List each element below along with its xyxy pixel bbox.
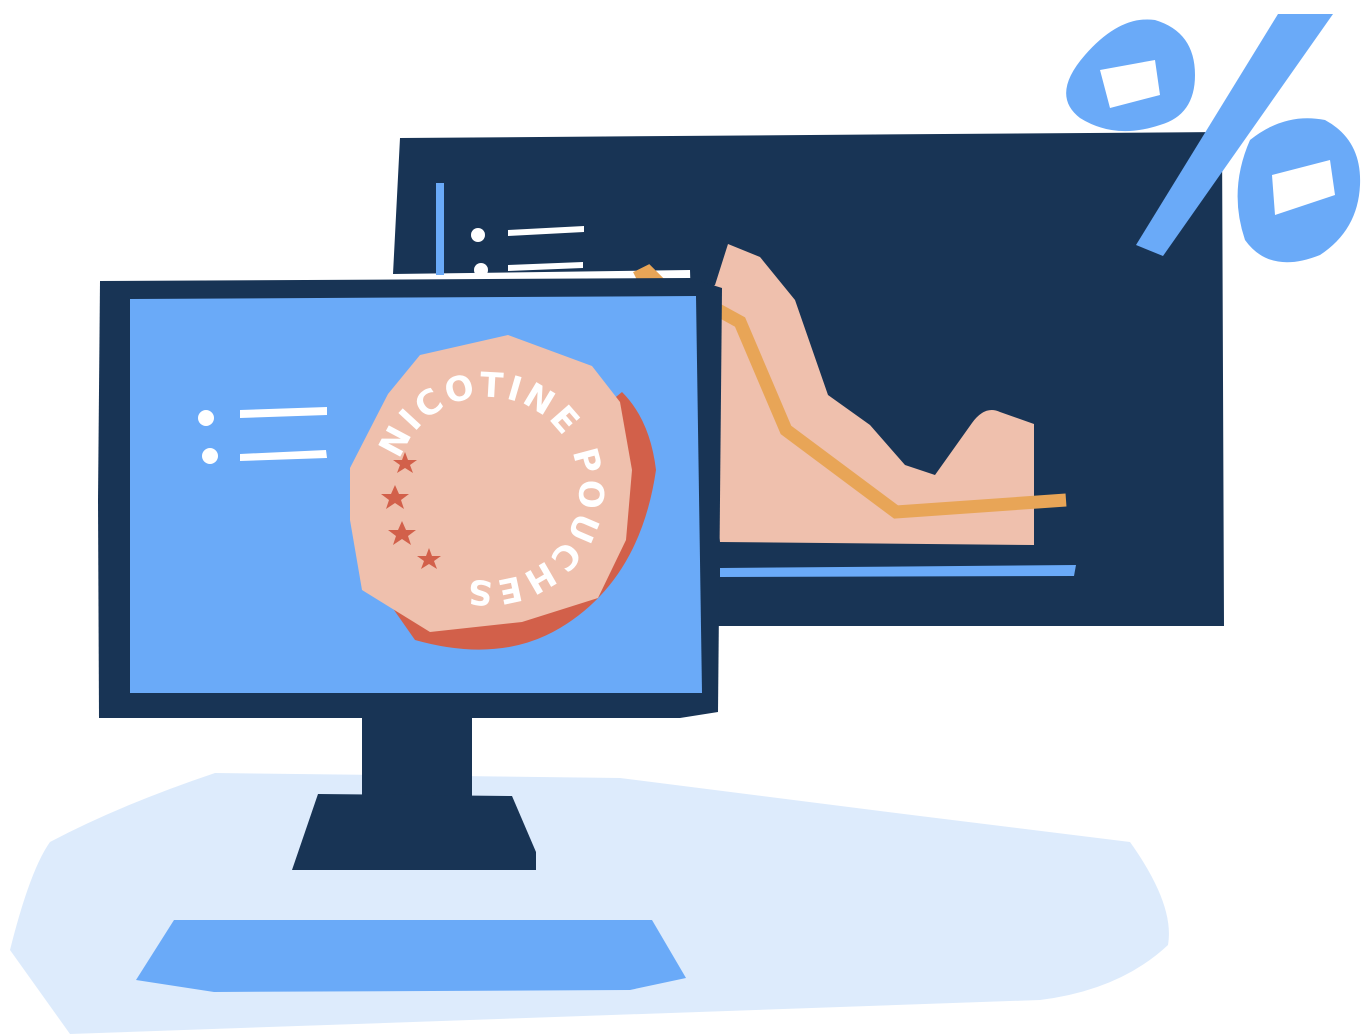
floor-blob	[10, 773, 1169, 1034]
monitor-base	[292, 794, 536, 870]
monitor-neck	[362, 712, 472, 796]
keyboard	[136, 920, 686, 992]
nicotine-pouches-illustration: NICOTINE POUCHES	[10, 14, 1361, 1034]
back-screen-accent-line	[436, 183, 444, 275]
